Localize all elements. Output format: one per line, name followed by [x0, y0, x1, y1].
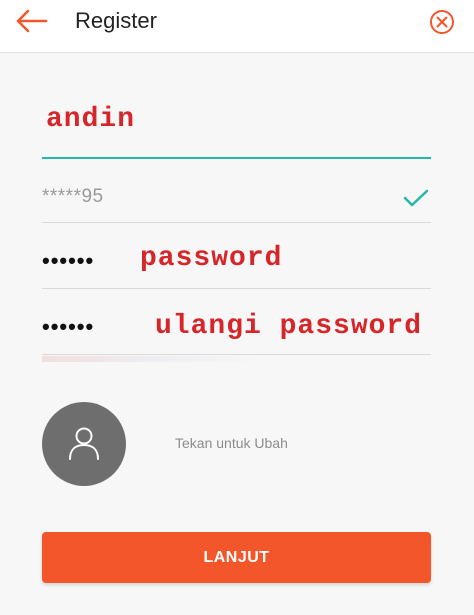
close-circle-icon[interactable] — [428, 8, 456, 36]
blurred-text — [42, 356, 262, 362]
continue-button[interactable]: LANJUT — [42, 532, 431, 583]
avatar[interactable] — [42, 402, 126, 486]
phone-value: *****95 — [42, 186, 104, 207]
check-icon — [402, 186, 430, 210]
arrow-left-icon[interactable] — [14, 8, 50, 34]
password-value: •••••• — [42, 248, 95, 273]
app-header: Register — [0, 0, 474, 53]
avatar-change-hint[interactable]: Tekan untuk Ubah — [175, 435, 288, 451]
confirm-password-value: •••••• — [42, 314, 95, 339]
confirm-password-annotation: ulangi password — [155, 311, 423, 342]
password-annotation: password — [140, 243, 283, 274]
user-icon — [69, 427, 99, 460]
username-annotation: andin — [46, 104, 136, 135]
page-title: Register — [75, 8, 157, 33]
